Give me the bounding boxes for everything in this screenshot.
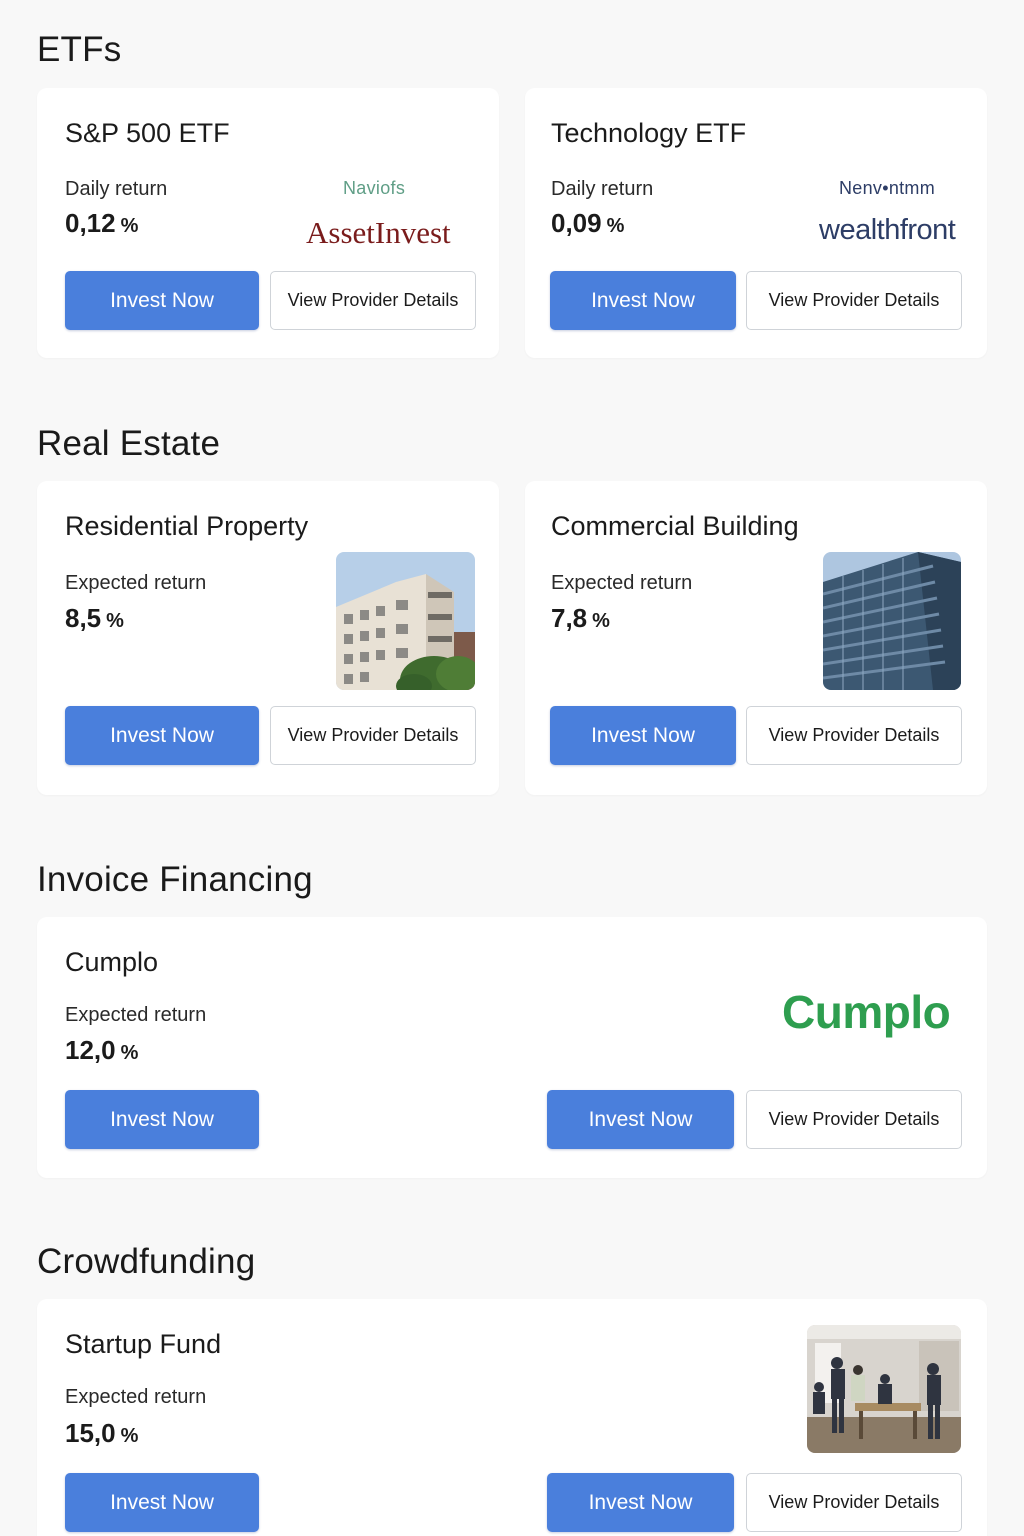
invest-now-button[interactable]: Invest Now: [65, 1090, 259, 1149]
metric-number: 12,0: [65, 1035, 116, 1065]
section-title-crowdfunding: Crowdfunding: [37, 1242, 256, 1281]
metric-unit: %: [606, 215, 625, 237]
metric-value: 7,8%: [551, 603, 610, 634]
card-title: Technology ETF: [551, 118, 747, 148]
card-residential-property: Residential Property Expected return 8,5…: [37, 481, 499, 795]
metric-unit: %: [120, 1042, 139, 1064]
section-title-etfs: ETFs: [37, 30, 122, 69]
metric-value: 0,09%: [551, 208, 624, 239]
card-title: Commercial Building: [551, 511, 799, 541]
provider-logo-cumplo: Cumplo: [782, 986, 951, 1038]
startup-office-image: [807, 1325, 961, 1453]
metric-unit: %: [120, 215, 139, 237]
metric-value: 15,0%: [65, 1418, 138, 1449]
card-title: Cumplo: [65, 947, 159, 977]
metric-value: 12,0%: [65, 1035, 138, 1066]
invest-now-button[interactable]: Invest Now: [65, 706, 259, 765]
metric-label: Expected return: [65, 1004, 207, 1026]
card-sp500-etf: S&P 500 ETF Daily return 0,12% Naviofs A…: [37, 88, 499, 358]
card-title: Residential Property: [65, 511, 309, 541]
card-technology-etf: Technology ETF Daily return 0,09% Nenv•n…: [525, 88, 987, 358]
view-provider-details-button[interactable]: View Provider Details: [746, 1090, 962, 1149]
metric-label: Expected return: [65, 1386, 207, 1408]
metric-number: 8,5: [65, 603, 102, 633]
view-provider-details-button[interactable]: View Provider Details: [746, 1473, 962, 1532]
view-provider-details-button[interactable]: View Provider Details: [270, 706, 476, 765]
metric-label: Expected return: [65, 572, 207, 594]
view-provider-details-button[interactable]: View Provider Details: [270, 271, 476, 330]
metric-label: Expected return: [551, 572, 693, 594]
card-commercial-building: Commercial Building Expected return 7,8%…: [525, 481, 987, 795]
provider-tagline: Naviofs: [343, 178, 406, 198]
provider-logo-wealthfront: wealthfront: [819, 214, 956, 246]
metric-number: 0,09: [551, 208, 602, 238]
metric-number: 15,0: [65, 1418, 116, 1448]
section-title-invoice-financing: Invoice Financing: [37, 860, 313, 899]
invest-now-button[interactable]: Invest Now: [65, 271, 259, 330]
view-provider-details-button[interactable]: View Provider Details: [746, 706, 962, 765]
glass-office-building-image: [823, 552, 961, 690]
provider-logo-assetinvest: AssetInvest: [306, 215, 451, 250]
invest-now-button[interactable]: Invest Now: [550, 271, 736, 330]
card-startup-fund: Startup Fund Expected return 15,0% Inves…: [37, 1299, 987, 1536]
metric-number: 7,8: [551, 603, 588, 633]
invest-now-button[interactable]: Invest Now: [65, 1473, 259, 1532]
section-title-real-estate: Real Estate: [37, 424, 221, 463]
metric-number: 0,12: [65, 208, 116, 238]
metric-value: 8,5%: [65, 603, 124, 634]
metric-value: 0,12%: [65, 208, 138, 239]
metric-unit: %: [106, 610, 124, 632]
card-title: Startup Fund: [65, 1329, 222, 1359]
apartment-building-image: [336, 552, 475, 690]
invest-now-button-secondary[interactable]: Invest Now: [547, 1473, 734, 1532]
metric-label: Daily return: [551, 178, 654, 200]
invest-now-button-secondary[interactable]: Invest Now: [547, 1090, 734, 1149]
card-cumplo: Cumplo Expected return 12,0% Cumplo Inve…: [37, 917, 987, 1178]
metric-unit: %: [592, 610, 610, 632]
view-provider-details-button[interactable]: View Provider Details: [746, 271, 962, 330]
invest-now-button[interactable]: Invest Now: [550, 706, 736, 765]
metric-unit: %: [120, 1425, 139, 1447]
metric-label: Daily return: [65, 178, 168, 200]
card-title: S&P 500 ETF: [65, 118, 230, 148]
provider-tagline: Nenv•ntmm: [839, 178, 936, 198]
